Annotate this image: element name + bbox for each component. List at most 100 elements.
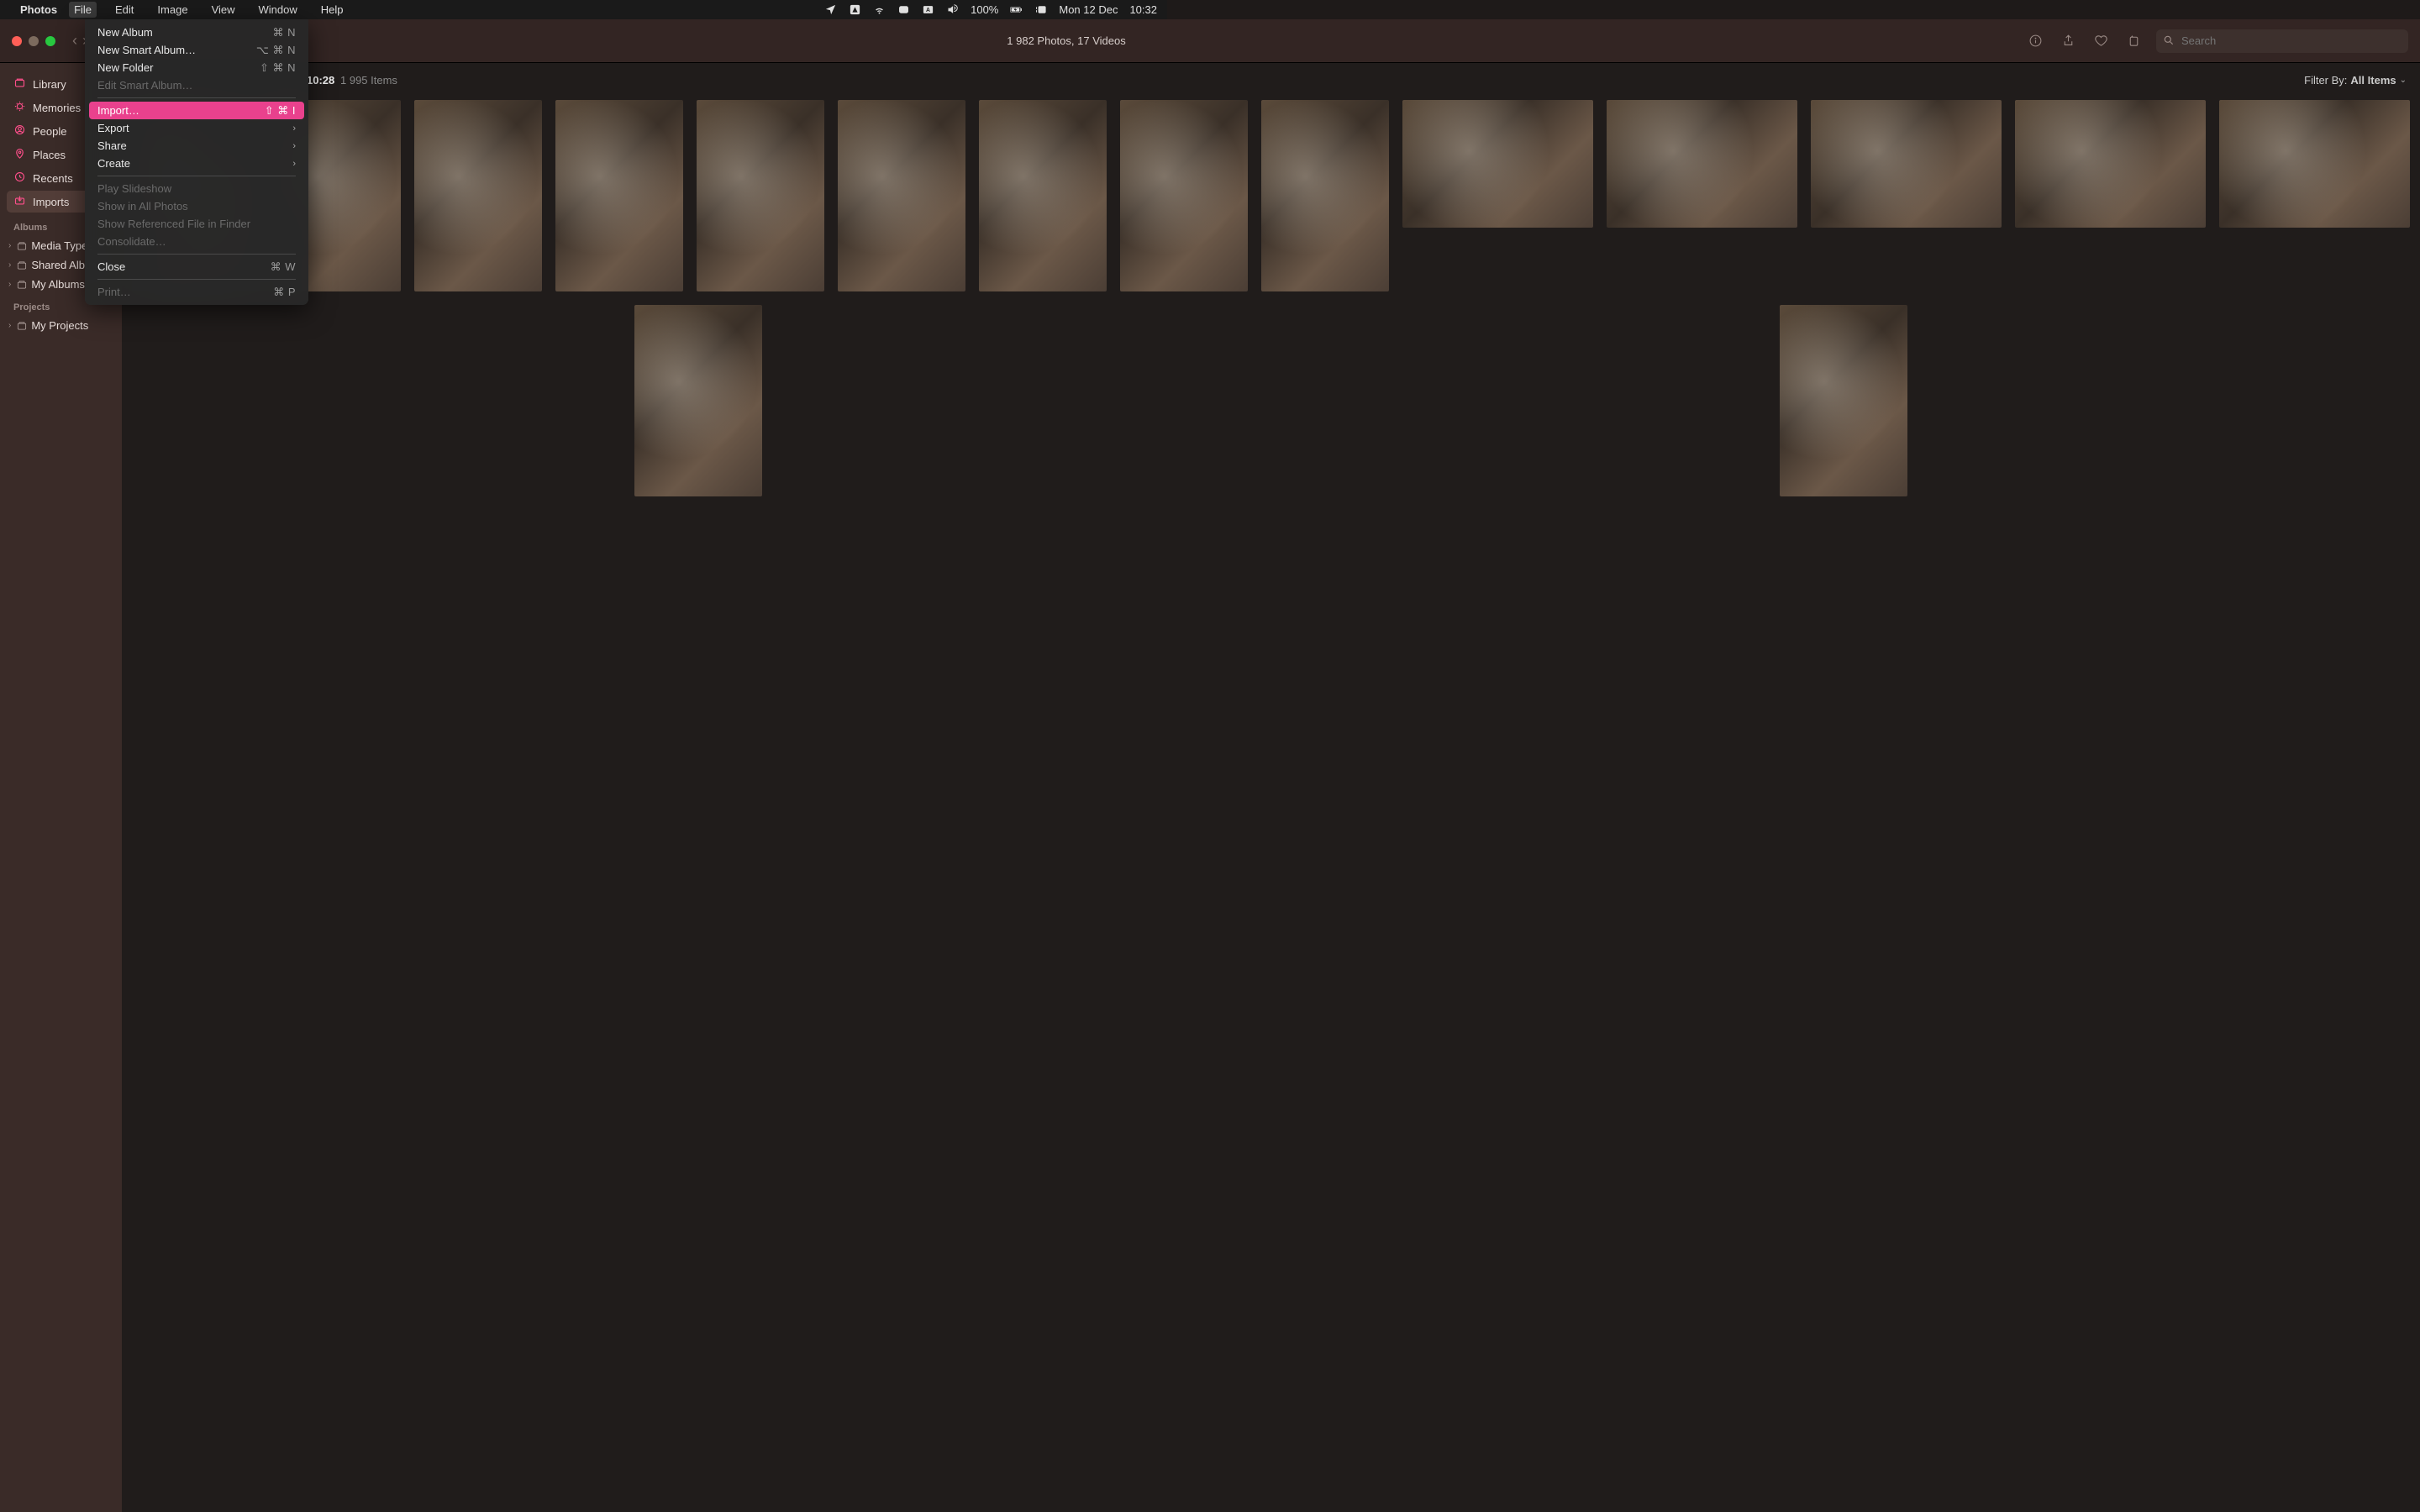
- photo-thumbnail[interactable]: [2219, 100, 2410, 228]
- chevron-right-icon: ›: [292, 159, 296, 169]
- window-title: 1 982 Photos, 17 Videos: [104, 34, 2028, 47]
- group-time-label: 10:28: [307, 74, 334, 87]
- filter-prefix: Filter By:: [2304, 74, 2347, 87]
- chevron-right-icon: ›: [292, 141, 296, 151]
- people-icon: [13, 123, 26, 139]
- stage-manager-icon[interactable]: [1034, 3, 1047, 16]
- chevron-right-icon: ›: [292, 123, 296, 134]
- imports-icon: [13, 194, 26, 209]
- menu-separator: [97, 279, 296, 280]
- sidebar-item-label: Library: [33, 78, 66, 91]
- sidebar-item-label: My Albums: [31, 278, 85, 291]
- shortcut-label: ⌥ ⌘ N: [256, 44, 296, 57]
- battery-percent: 100%: [971, 3, 998, 16]
- content-header: 10:28 1 995 Items Filter By: All Items ⌄: [122, 63, 2420, 97]
- photo-thumbnail[interactable]: [697, 100, 824, 291]
- rotate-icon[interactable]: [2127, 34, 2141, 48]
- menu-item-print: Print…⌘ P: [89, 283, 304, 301]
- menu-edit[interactable]: Edit: [110, 2, 139, 18]
- chevron-right-icon: ›: [8, 241, 11, 250]
- photos-window: ‹ › 1 982 Photos, 17 Videos Library Memor…: [0, 19, 2420, 1512]
- menu-item-close[interactable]: Close⌘ W: [89, 258, 304, 276]
- photo-thumbnail[interactable]: [1607, 100, 1797, 228]
- photo-thumbnail[interactable]: [1261, 100, 1389, 291]
- menubar-status: A 100% Mon 12 Dec 10:32: [824, 3, 1157, 16]
- shortcut-label: ⇧ ⌘ N: [260, 61, 296, 75]
- svg-text:A: A: [926, 8, 930, 13]
- photo-thumbnail[interactable]: [555, 100, 683, 291]
- sidebar-item-label: My Projects: [31, 319, 88, 332]
- menu-window[interactable]: Window: [254, 2, 302, 18]
- menu-item-show-referenced-file-in-finder: Show Referenced File in Finder: [89, 215, 304, 233]
- menu-item-show-in-all-photos: Show in All Photos: [89, 197, 304, 215]
- battery-icon[interactable]: [1010, 3, 1023, 16]
- menu-item-create[interactable]: Create›: [89, 155, 304, 172]
- menu-image[interactable]: Image: [152, 2, 192, 18]
- chevron-down-icon: ⌄: [2400, 76, 2407, 85]
- chevron-right-icon: ›: [8, 321, 11, 330]
- photo-thumbnail[interactable]: [414, 100, 542, 291]
- menu-item-new-album[interactable]: New Album⌘ N: [89, 24, 304, 41]
- menu-file[interactable]: File: [69, 2, 97, 18]
- shortcut-label: ⌘ W: [271, 260, 296, 274]
- filter-button[interactable]: Filter By: All Items ⌄: [2304, 74, 2407, 87]
- photo-thumbnail[interactable]: [1811, 100, 2002, 228]
- menu-item-export[interactable]: Export›: [89, 119, 304, 137]
- menu-item-edit-smart-album: Edit Smart Album…: [89, 76, 304, 94]
- wifi-icon[interactable]: [873, 3, 886, 16]
- triangle-icon[interactable]: [849, 3, 861, 16]
- menu-item-new-smart-album[interactable]: New Smart Album…⌥ ⌘ N: [89, 41, 304, 59]
- recents-icon: [13, 171, 26, 186]
- sidebar-item-label: Places: [33, 149, 66, 161]
- nav-back-button[interactable]: ‹: [72, 32, 77, 50]
- photo-thumbnail[interactable]: [1402, 100, 1593, 228]
- sidebar-item-label: People: [33, 125, 66, 138]
- shortcut-label: ⌘ P: [273, 286, 296, 299]
- photo-thumbnail[interactable]: [2015, 100, 2206, 228]
- photo-grid[interactable]: [122, 97, 2420, 1512]
- menu-view[interactable]: View: [207, 2, 240, 18]
- control-center-icon[interactable]: [897, 3, 910, 16]
- window-titlebar: ‹ › 1 982 Photos, 17 Videos: [0, 19, 2420, 63]
- shortcut-label: ⇧ ⌘ I: [265, 104, 296, 118]
- menubar-date[interactable]: Mon 12 Dec: [1059, 3, 1118, 16]
- sidebar-item-label: Memories: [33, 102, 81, 114]
- keyboard-input-icon[interactable]: A: [922, 3, 934, 16]
- sidebar-item-label: Imports: [33, 196, 69, 208]
- places-icon: [13, 147, 26, 162]
- library-icon: [13, 76, 26, 92]
- menu-item-new-folder[interactable]: New Folder⇧ ⌘ N: [89, 59, 304, 76]
- menubar-time[interactable]: 10:32: [1129, 3, 1157, 16]
- shortcut-label: ⌘ N: [273, 26, 297, 39]
- sidebar-item-label: Media Types: [31, 239, 92, 252]
- favorite-icon[interactable]: [2094, 34, 2108, 48]
- info-icon[interactable]: [2028, 34, 2043, 48]
- sidebar-item-my-projects[interactable]: › My Projects: [7, 316, 115, 335]
- search-input[interactable]: [2156, 29, 2408, 53]
- photo-thumbnail[interactable]: [1120, 100, 1248, 291]
- window-traffic-lights: [12, 36, 55, 46]
- menu-item-consolidate: Consolidate…: [89, 233, 304, 250]
- photo-thumbnail[interactable]: [1780, 305, 1907, 496]
- search-icon: [2163, 34, 2175, 49]
- menu-item-share[interactable]: Share›: [89, 137, 304, 155]
- memories-icon: [13, 100, 26, 115]
- photo-thumbnail[interactable]: [838, 100, 965, 291]
- photo-thumbnail[interactable]: [979, 100, 1107, 291]
- share-icon[interactable]: [2061, 34, 2075, 48]
- menu-separator: [97, 254, 296, 255]
- volume-icon[interactable]: [946, 3, 959, 16]
- window-close-button[interactable]: [12, 36, 22, 46]
- chevron-right-icon: ›: [8, 260, 11, 270]
- menu-item-play-slideshow: Play Slideshow: [89, 180, 304, 197]
- chevron-right-icon: ›: [8, 280, 11, 289]
- window-minimize-button[interactable]: [29, 36, 39, 46]
- menu-item-import[interactable]: Import…⇧ ⌘ I: [89, 102, 304, 119]
- location-icon[interactable]: [824, 3, 837, 16]
- sidebar-item-label: Recents: [33, 172, 73, 185]
- app-name[interactable]: Photos: [20, 3, 57, 16]
- file-menu-dropdown: New Album⌘ NNew Smart Album…⌥ ⌘ NNew Fol…: [85, 19, 308, 305]
- window-zoom-button[interactable]: [45, 36, 55, 46]
- menu-help[interactable]: Help: [316, 2, 349, 18]
- photo-thumbnail[interactable]: [634, 305, 762, 496]
